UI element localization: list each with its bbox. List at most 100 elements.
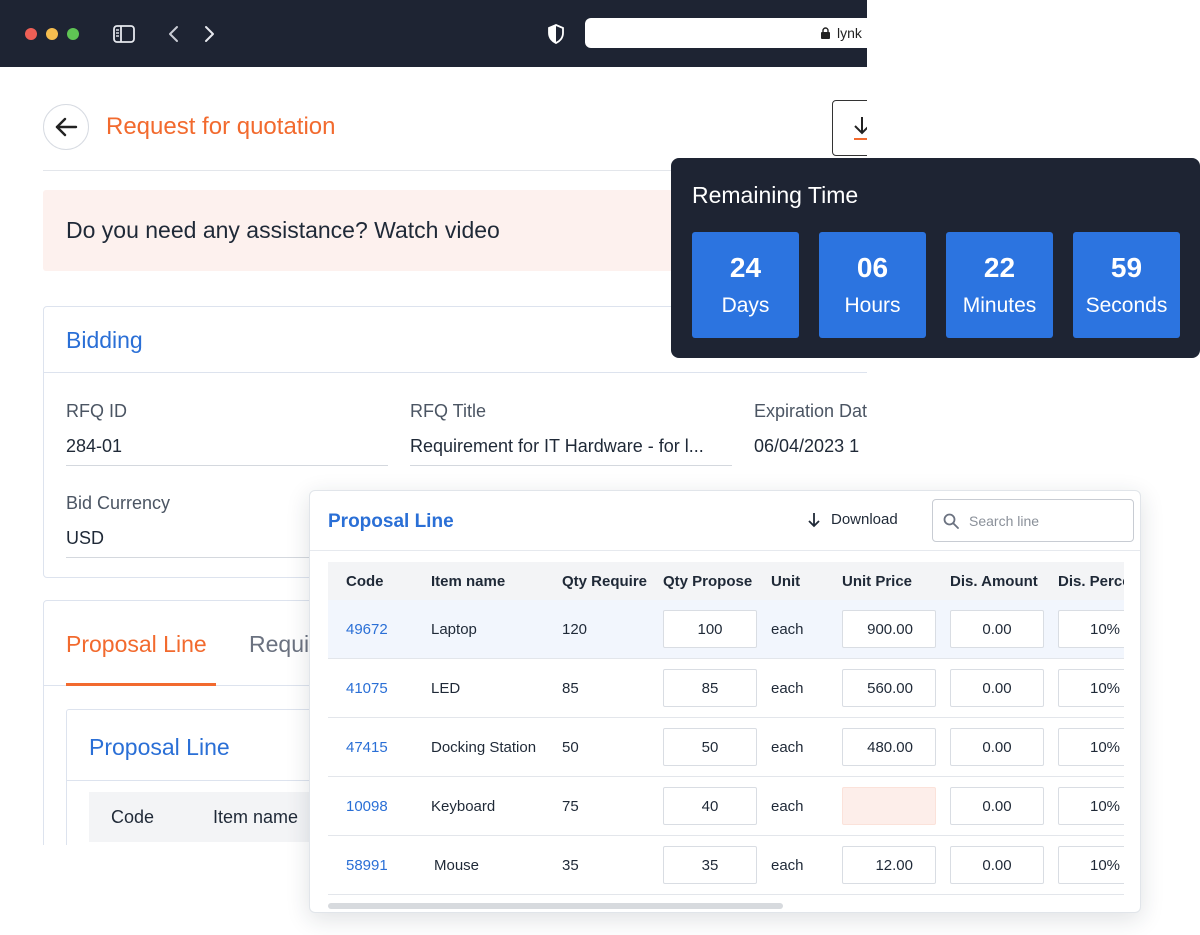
row-qty-propose-input[interactable]: 100	[663, 610, 757, 648]
table-row: 10098 Keyboard 75 40 each 0.00 10%	[328, 777, 1124, 836]
row-unit-price-input[interactable]: 12.00	[842, 846, 936, 884]
timer-hours-value: 06	[856, 252, 889, 283]
row-unit: each	[771, 620, 804, 638]
expiration-date-label: Expiration Dat	[754, 401, 867, 421]
remaining-time-panel: Remaining Time 24 Days 06 Hours 22 Minut…	[671, 158, 1200, 358]
row-dis-amount-input[interactable]: 0.00	[950, 787, 1044, 825]
row-qty-propose-input[interactable]: 40	[663, 787, 757, 825]
popup-download-label: Download	[831, 511, 898, 528]
row-code-link[interactable]: 10098	[346, 777, 388, 835]
forward-nav-icon[interactable]	[198, 22, 222, 46]
lock-icon	[821, 27, 830, 39]
popup-download-button[interactable]: Download	[807, 511, 898, 528]
back-nav-icon[interactable]	[161, 22, 185, 46]
row-dis-percent-input[interactable]: 10%	[1058, 846, 1124, 884]
column-header-qty-require[interactable]: Qty Require	[562, 562, 647, 600]
rfq-title-label: RFQ Title	[410, 401, 487, 421]
row-qty-require: 50	[562, 738, 579, 756]
row-unit-price-input[interactable]: 480.00	[842, 728, 936, 766]
proposal-line-popup: Proposal Line Download Code Item name Qt…	[309, 490, 1141, 913]
bidding-divider	[44, 372, 867, 373]
address-bar[interactable]: lynk	[585, 18, 867, 48]
popup-title: Proposal Line	[328, 511, 454, 532]
rfq-id-value: 284-01	[66, 436, 388, 466]
page-header: Request for quotation	[43, 104, 336, 150]
row-qty-require: 85	[562, 679, 579, 697]
browser-titlebar: lynk	[0, 0, 867, 67]
column-header-item-name[interactable]: Item name	[431, 562, 505, 600]
download-icon	[854, 117, 867, 140]
timer-hours-label: Hours	[844, 294, 901, 317]
row-unit: each	[771, 738, 804, 756]
rfq-id-field: RFQ ID 284-01	[66, 401, 388, 466]
row-item-name: Docking Station	[431, 738, 537, 756]
horizontal-scrollbar[interactable]	[328, 903, 783, 909]
row-unit-price-input[interactable]: 560.00	[842, 669, 936, 707]
expiration-date-field: Expiration Dat 06/04/2023 1	[754, 401, 867, 465]
row-code-link[interactable]: 49672	[346, 600, 388, 658]
row-qty-propose-input[interactable]: 85	[663, 669, 757, 707]
column-header-unit-price[interactable]: Unit Price	[842, 562, 912, 600]
sidebar-toggle-icon[interactable]	[112, 22, 136, 46]
row-item-name: LED	[431, 679, 461, 697]
row-unit-price-input[interactable]: 900.00	[842, 610, 936, 648]
row-dis-percent-input[interactable]: 10%	[1058, 787, 1124, 825]
tab-proposal-line[interactable]: Proposal Line	[66, 631, 207, 658]
row-dis-percent-input[interactable]: 10%	[1058, 610, 1124, 648]
search-icon	[943, 513, 959, 529]
row-dis-percent-input[interactable]: 10%	[1058, 669, 1124, 707]
column-header-unit[interactable]: Unit	[771, 562, 800, 600]
row-dis-amount-input[interactable]: 0.00	[950, 610, 1044, 648]
timer-seconds: 59 Seconds	[1073, 232, 1180, 338]
row-qty-require: 120	[562, 620, 588, 638]
rfq-title-field: RFQ Title Requirement for IT Hardware - …	[410, 401, 732, 466]
row-dis-percent-input[interactable]: 10%	[1058, 728, 1124, 766]
minimize-window-button[interactable]	[46, 28, 58, 40]
table-row: 41075 LED 85 85 each 560.00 0.00 10%	[328, 659, 1124, 718]
row-dis-amount-input[interactable]: 0.00	[950, 728, 1044, 766]
expiration-date-value: 06/04/2023 1	[754, 436, 860, 456]
rfq-title-value: Requirement for IT Hardware - for l...	[410, 436, 732, 466]
timer-hours: 06 Hours	[819, 232, 926, 338]
table-row: 58991 Mouse 35 35 each 12.00 0.00 10%	[328, 836, 1124, 895]
arrow-down-icon	[808, 512, 820, 527]
table-row: 49672 Laptop 120 100 each 900.00 0.00 10…	[328, 600, 1124, 659]
column-header-code[interactable]: Code	[346, 562, 384, 600]
timer-days-label: Days	[721, 294, 770, 317]
tab-requirements[interactable]: Requi	[249, 631, 309, 658]
search-line-input[interactable]	[969, 512, 1119, 529]
popup-divider	[310, 550, 1140, 551]
row-qty-propose-input[interactable]: 50	[663, 728, 757, 766]
shield-icon[interactable]	[544, 22, 568, 46]
bidding-title: Bidding	[66, 327, 143, 353]
row-dis-amount-input[interactable]: 0.00	[950, 669, 1044, 707]
column-header-code: Code	[111, 806, 155, 827]
column-header-qty-propose[interactable]: Qty Propose	[663, 562, 752, 600]
timer-minutes: 22 Minutes	[946, 232, 1053, 338]
assistance-text[interactable]: Do you need any assistance? Watch video	[66, 217, 500, 244]
row-item-name: Mouse	[434, 856, 480, 874]
timer-minutes-value: 22	[983, 252, 1016, 283]
row-qty-propose-input[interactable]: 35	[663, 846, 757, 884]
row-qty-require: 75	[562, 797, 579, 815]
timer-seconds-value: 59	[1110, 252, 1143, 283]
search-line-field[interactable]	[932, 499, 1134, 542]
row-unit-price-input-error[interactable]	[842, 787, 936, 825]
download-button[interactable]	[832, 100, 867, 156]
row-code-link[interactable]: 58991	[346, 836, 388, 894]
proposal-line-table: Code Item name Qty Require Qty Propose U…	[328, 562, 1124, 895]
column-header-dis-percent[interactable]: Dis. Perce	[1058, 562, 1124, 600]
timer-minutes-label: Minutes	[962, 294, 1037, 317]
maximize-window-button[interactable]	[67, 28, 79, 40]
proposal-line-title: Proposal Line	[89, 734, 230, 760]
row-qty-require: 35	[562, 856, 579, 874]
page-title: Request for quotation	[106, 113, 336, 140]
row-dis-amount-input[interactable]: 0.00	[950, 846, 1044, 884]
row-code-link[interactable]: 47415	[346, 718, 388, 776]
column-header-dis-amount[interactable]: Dis. Amount	[950, 562, 1038, 600]
row-unit: each	[771, 679, 804, 697]
back-button[interactable]	[43, 104, 89, 150]
row-code-link[interactable]: 41075	[346, 659, 388, 717]
rfq-id-label: RFQ ID	[66, 401, 127, 421]
close-window-button[interactable]	[25, 28, 37, 40]
